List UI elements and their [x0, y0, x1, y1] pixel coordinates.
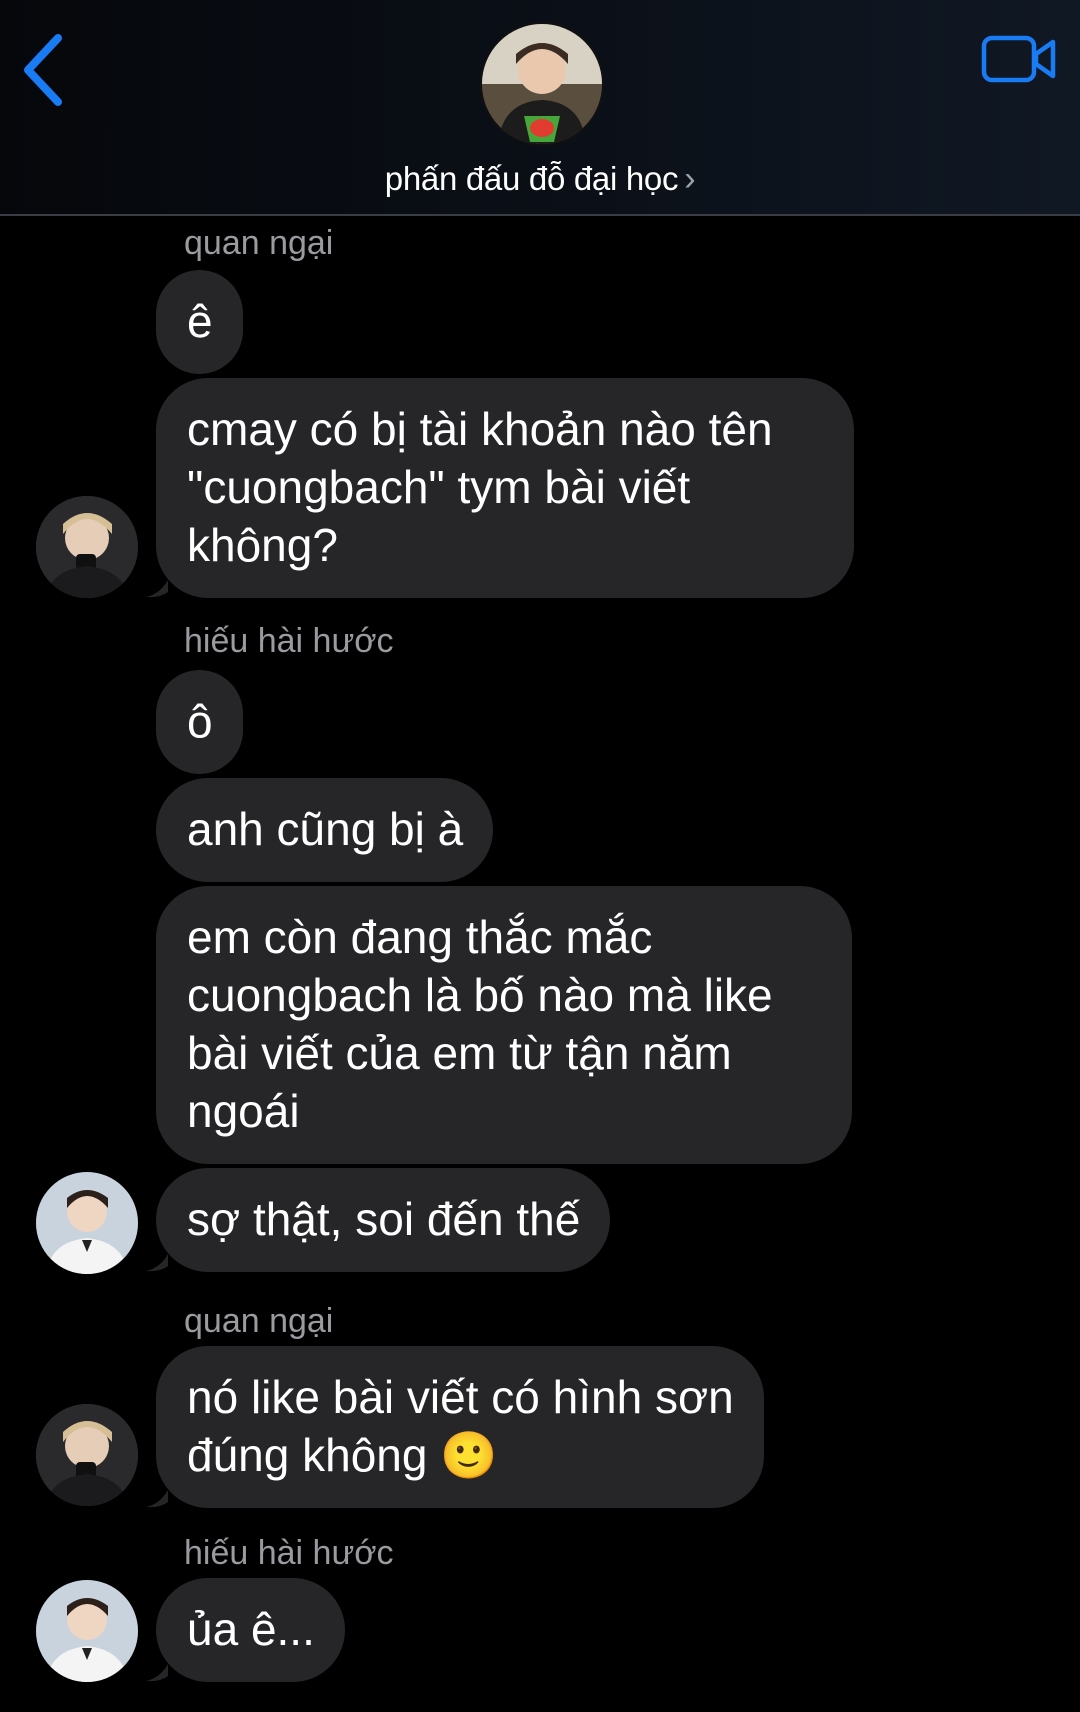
chevron-right-icon: › — [684, 160, 696, 198]
sender-name: hiếu hài hước — [184, 622, 394, 660]
group-title[interactable]: phấn đấu đỗ đại học › — [0, 160, 1080, 199]
group-avatar-photo — [482, 24, 602, 144]
avatar-photo — [36, 1172, 138, 1274]
message-bubble[interactable]: ô — [156, 670, 243, 774]
bubble-tail — [146, 1490, 168, 1508]
avatar[interactable] — [36, 1404, 138, 1506]
chat-header: phấn đấu đỗ đại học › — [0, 0, 1080, 216]
message-bubble[interactable]: ủa ê... — [156, 1578, 345, 1682]
message-bubble[interactable]: em còn đang thắc mắc cuongbach là bố nào… — [156, 886, 852, 1164]
avatar[interactable] — [36, 1172, 138, 1274]
message-bubble[interactable]: sợ thật, soi đến thế — [156, 1168, 611, 1272]
avatar-photo — [36, 496, 138, 598]
message-bubble[interactable]: cmay có bị tài khoản nào tên "cuongbach"… — [156, 378, 854, 598]
sender-name: quan ngại — [184, 224, 334, 262]
video-call-button[interactable] — [980, 32, 1058, 86]
avatar-photo — [36, 1580, 138, 1682]
video-camera-icon — [981, 35, 1056, 83]
avatar[interactable] — [36, 496, 138, 598]
group-name: phấn đấu đỗ đại học — [384, 160, 679, 197]
sender-name: hiếu hài hước — [184, 1534, 394, 1572]
group-avatar[interactable] — [480, 22, 604, 146]
bubble-tail — [146, 580, 168, 598]
chevron-left-icon — [24, 34, 62, 106]
bubble-tail — [146, 1664, 168, 1682]
back-button[interactable] — [20, 30, 70, 110]
message-bubble[interactable]: anh cũng bị à — [156, 778, 494, 882]
sender-name: quan ngại — [184, 1302, 334, 1340]
bubble-tail — [146, 1254, 168, 1272]
avatar[interactable] — [36, 1580, 138, 1682]
message-bubble[interactable]: ê — [156, 270, 243, 374]
avatar-photo — [36, 1404, 138, 1506]
message-bubble[interactable]: nó like bài viết có hình sơn đúng không … — [156, 1346, 764, 1508]
